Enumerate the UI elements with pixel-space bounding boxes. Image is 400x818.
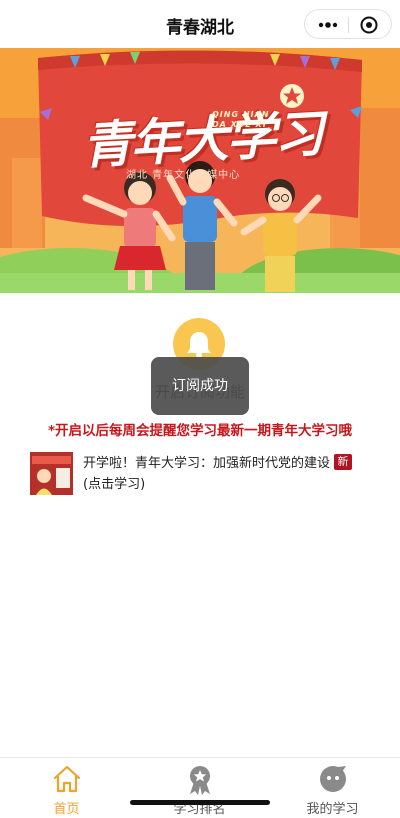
mini-program-capsule [304,9,392,39]
tab-ranking[interactable]: 学习排名 [133,758,266,818]
capsule-divider [348,17,349,33]
banner-pinyin-line2: DA XUE XI [212,120,267,129]
article-title[interactable]: 开学啦！青年大学习：加强新时代党的建设(点击学习) [83,453,345,495]
banner-pinyin: QING NIAN DA XUE XI [212,110,269,130]
new-badge: 新 [334,454,352,470]
bell-icon [187,332,211,358]
banner-image[interactable]: 青年大学习 QING NIAN DA XUE XI 湖北 青年文化传媒中心 [0,48,400,293]
close-target-icon[interactable] [359,15,379,35]
more-icon[interactable] [316,16,340,34]
list-item[interactable]: 开学啦！青年大学习：加强新时代党的建设(点击学习) 新 [30,452,370,498]
medal-icon [189,766,210,795]
toast-message: 订阅成功 [151,357,249,415]
tab-home-label: 首页 [53,802,80,817]
chat-face-icon [319,766,346,792]
banner-pinyin-line1: QING NIAN [212,110,270,119]
tab-bar: 首页 学习排名 我的学习 [0,757,400,818]
tab-my-study[interactable]: 我的学习 [266,758,399,818]
tab-home[interactable]: 首页 [0,758,133,818]
home-icon [53,765,80,793]
banner-subtitle: 湖北 青年文化传媒中心 [126,170,241,181]
home-indicator [130,800,270,805]
tab-my-study-label: 我的学习 [306,802,359,817]
subscribe-hint: *开启以后每周会提醒您学习最新一期青年大学习哦 [47,423,353,439]
article-thumbnail [30,452,73,495]
navigation-bar: 青春湖北 [0,0,400,48]
